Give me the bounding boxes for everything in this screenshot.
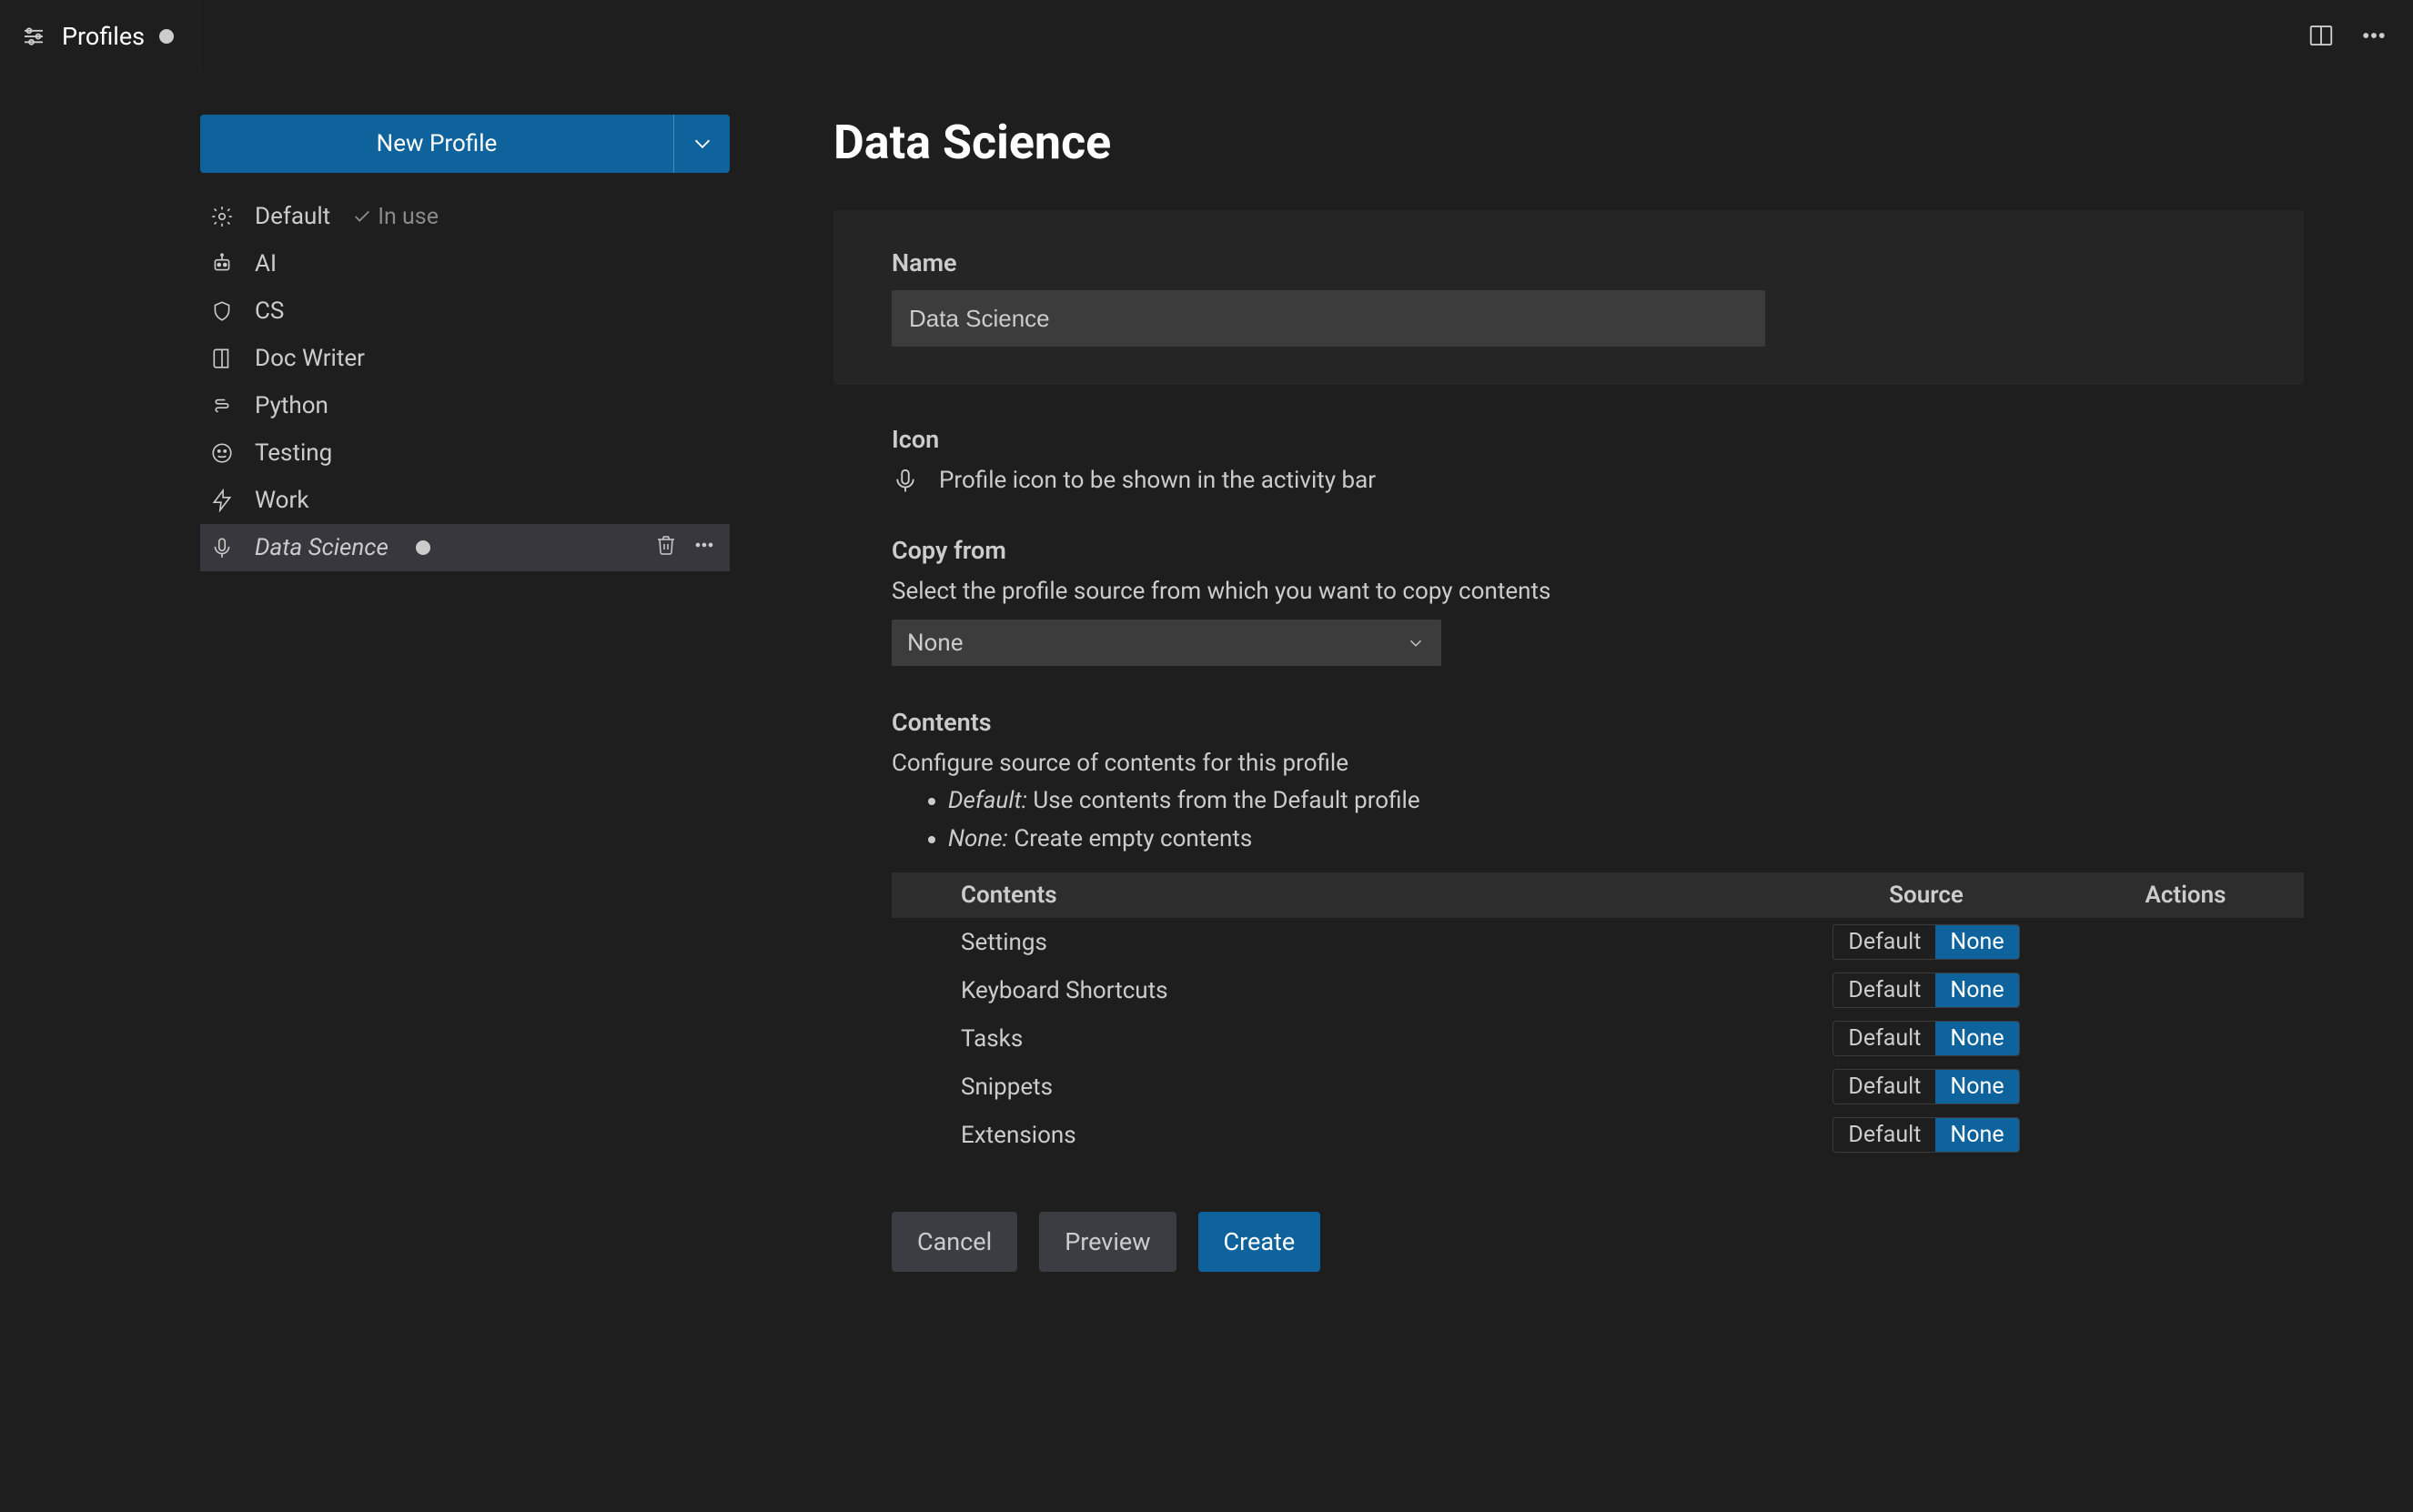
source-toggle[interactable]: DefaultNone [1832, 973, 2019, 1008]
sidebar-item-label: AI [255, 250, 277, 277]
create-button[interactable]: Create [1198, 1212, 1321, 1272]
sidebar-item-ai[interactable]: AI [200, 240, 730, 287]
source-option-none[interactable]: None [1935, 1022, 2018, 1055]
contents-desc: Configure source of contents for this pr… [892, 750, 2304, 777]
more-icon[interactable] [693, 534, 715, 562]
source-option-default[interactable]: Default [1833, 925, 1935, 959]
table-row: Snippets DefaultNone [892, 1063, 2304, 1111]
content-row-label: Snippets [892, 1063, 1785, 1111]
th-source: Source [1785, 872, 2067, 918]
contents-table: Contents Source Actions SettingsDefaultN… [892, 872, 2304, 1159]
new-profile-button-row: New Profile [200, 115, 730, 173]
sidebar-item-label: CS [255, 297, 284, 325]
sidebar-item-data-science[interactable]: Data Science [200, 524, 730, 571]
copy-from-label: Copy from [892, 536, 2304, 565]
sidebar-item-default[interactable]: Default In use [200, 193, 730, 240]
profiles-sidebar: New Profile Default In use AI CS Doc Writer P… [0, 71, 773, 1490]
tab-profiles[interactable]: Profiles [0, 0, 200, 70]
source-option-default[interactable]: Default [1833, 973, 1935, 1007]
snake-icon [206, 394, 238, 418]
sidebar-item-label: Testing [255, 439, 332, 467]
content-row-label: Extensions [892, 1111, 1785, 1159]
source-option-default[interactable]: Default [1833, 1070, 1935, 1104]
profiles-list: Default In use AI CS Doc Writer Python Testing… [200, 193, 730, 571]
settings-icon [20, 23, 47, 50]
content-row-label: Keyboard Shortcuts [892, 966, 1785, 1014]
icon-desc: Profile icon to be shown in the activity… [939, 467, 1376, 494]
shield-icon [206, 299, 238, 323]
sidebar-item-testing[interactable]: Testing [200, 429, 730, 477]
sidebar-item-python[interactable]: Python [200, 382, 730, 429]
sidebar-item-doc-writer[interactable]: Doc Writer [200, 335, 730, 382]
copy-from-desc: Select the profile source from which you… [892, 578, 2304, 605]
split-editor-icon[interactable] [2307, 22, 2335, 49]
preview-button[interactable]: Preview [1039, 1212, 1176, 1272]
profile-form-panel: Data Science Name Icon Profile icon to b… [773, 71, 2413, 1490]
dirty-dot-icon [416, 540, 430, 555]
icon-label: Icon [892, 425, 2304, 454]
delete-icon[interactable] [655, 534, 677, 562]
contents-bullet-none: None: Create empty contents [948, 821, 2304, 859]
tab-label: Profiles [62, 22, 145, 51]
book-icon [206, 347, 238, 370]
sidebar-item-label: Python [255, 392, 328, 419]
editor-actions [2307, 0, 2413, 70]
copy-from-value: None [907, 630, 964, 657]
new-profile-dropdown[interactable] [673, 115, 730, 173]
th-actions: Actions [2067, 872, 2304, 918]
table-row: Tasks DefaultNone [892, 1014, 2304, 1063]
source-option-none[interactable]: None [1935, 1118, 2018, 1152]
cancel-button[interactable]: Cancel [892, 1212, 1017, 1272]
sidebar-item-label: Doc Writer [255, 345, 365, 372]
dirty-dot-icon [159, 29, 174, 44]
name-label: Name [892, 248, 2246, 277]
table-row: Extensions DefaultNone [892, 1111, 2304, 1159]
contents-label: Contents [892, 708, 2304, 737]
sidebar-item-label: Data Science [255, 534, 389, 561]
sidebar-item-label: Work [255, 487, 309, 514]
page-title: Data Science [833, 115, 2304, 170]
sidebar-item-cs[interactable]: CS [200, 287, 730, 335]
new-profile-button[interactable]: New Profile [200, 115, 673, 173]
robot-icon [206, 252, 238, 276]
source-option-none[interactable]: None [1935, 973, 2018, 1007]
source-option-none[interactable]: None [1935, 1070, 2018, 1104]
source-toggle[interactable]: DefaultNone [1832, 924, 2019, 960]
profile-name-input[interactable] [892, 290, 1765, 347]
sidebar-item-work[interactable]: Work [200, 477, 730, 524]
tab-bar: Profiles [0, 0, 2413, 71]
source-toggle[interactable]: DefaultNone [1832, 1069, 2019, 1104]
gear-icon [206, 205, 238, 228]
smile-icon [206, 441, 238, 465]
bolt-icon [206, 489, 238, 512]
source-toggle[interactable]: DefaultNone [1832, 1021, 2019, 1056]
table-row: Settings DefaultNone [892, 918, 2304, 966]
more-icon[interactable] [2360, 22, 2388, 49]
in-use-badge: In use [352, 204, 439, 230]
sidebar-item-label: Default [255, 203, 330, 230]
source-toggle[interactable]: DefaultNone [1832, 1117, 2019, 1153]
source-option-default[interactable]: Default [1833, 1022, 1935, 1055]
copy-from-select[interactable]: None [892, 620, 1441, 666]
mic-icon [206, 536, 238, 559]
source-option-default[interactable]: Default [1833, 1118, 1935, 1152]
contents-bullet-default: Default: Use contents from the Default p… [948, 782, 2304, 821]
table-row: Keyboard Shortcuts DefaultNone [892, 966, 2304, 1014]
profile-icon-picker[interactable] [892, 467, 919, 494]
th-contents: Contents [892, 872, 1785, 918]
content-row-label: Settings [892, 918, 1785, 966]
source-option-none[interactable]: None [1935, 925, 2018, 959]
content-row-label: Tasks [892, 1014, 1785, 1063]
